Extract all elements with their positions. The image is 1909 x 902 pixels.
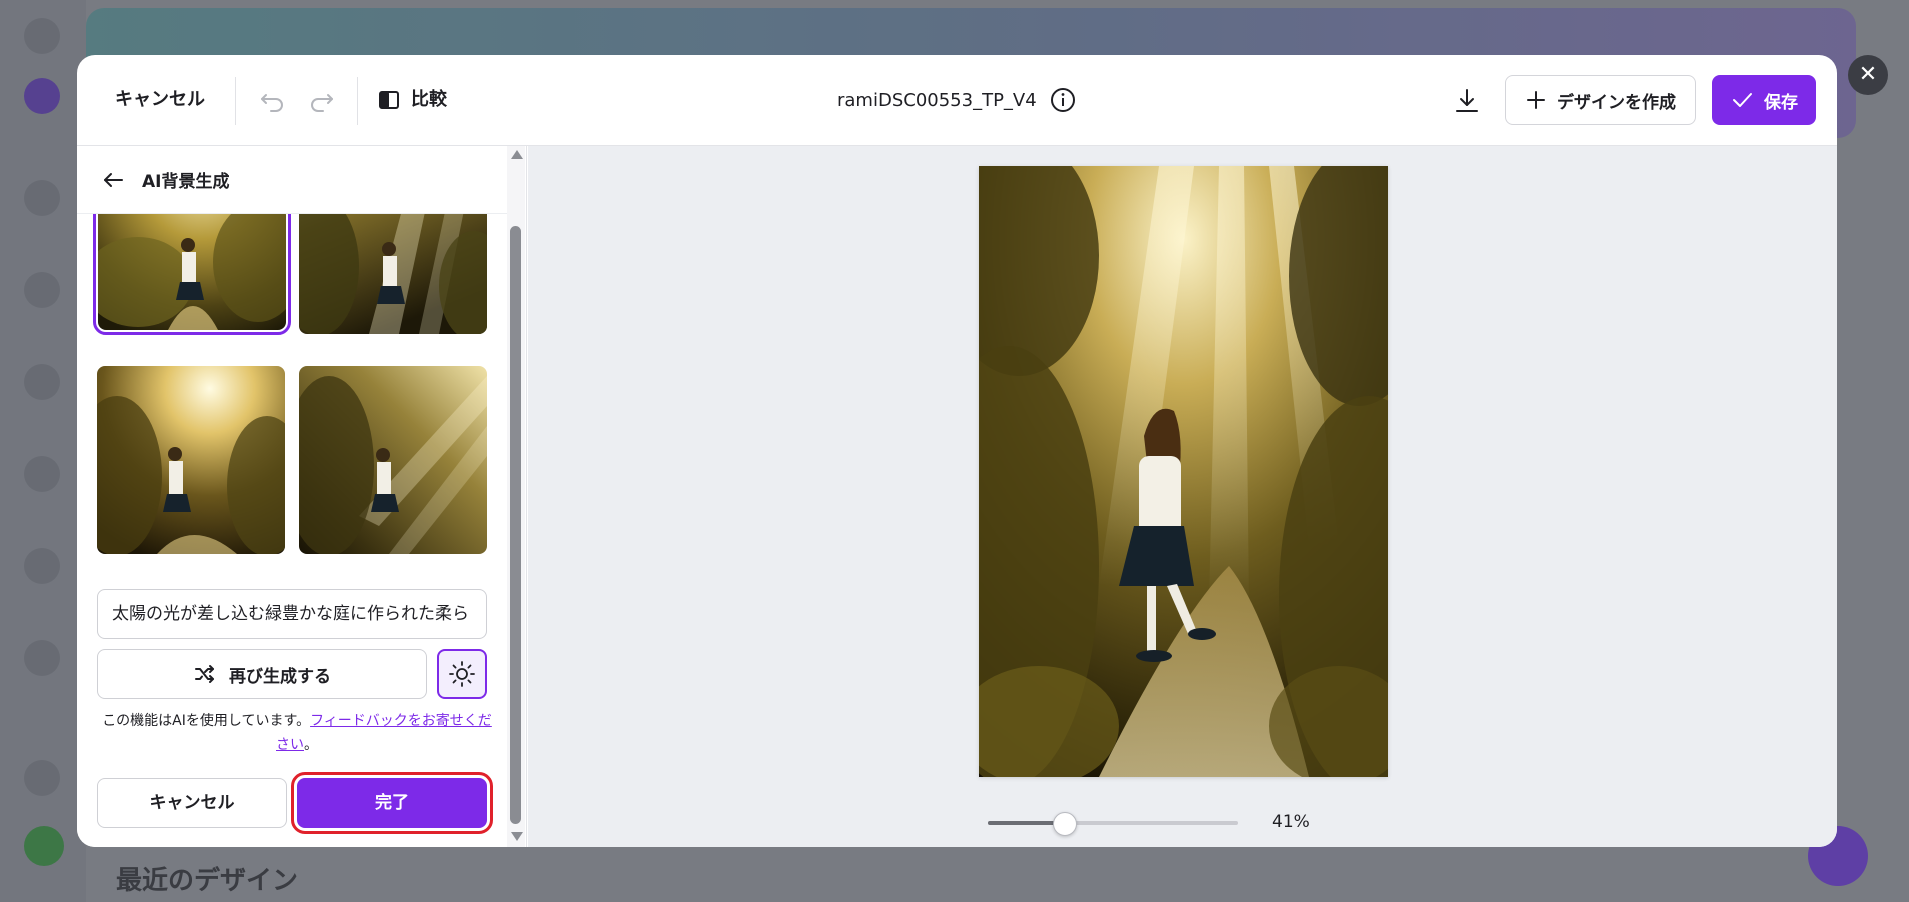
save-label: 保存 <box>1764 92 1798 113</box>
save-button[interactable]: 保存 <box>1712 75 1816 125</box>
sun-icon <box>449 661 475 687</box>
regenerate-button[interactable]: 再び生成する <box>97 649 427 699</box>
topbar-divider <box>235 77 236 125</box>
prompt-text: 太陽の光が差し込む緑豊かな庭に作られた柔ら <box>112 604 469 624</box>
shuffle-icon <box>195 665 214 683</box>
done-button[interactable]: 完了 <box>291 772 493 834</box>
main-photo[interactable] <box>919 136 1459 796</box>
compare-label: 比較 <box>411 89 447 110</box>
zoom-slider[interactable] <box>988 812 1238 836</box>
undo-icon <box>261 94 283 112</box>
ai-notice: この機能はAIを使用しています。フィードバックをお寄せください。 <box>97 709 497 757</box>
topbar-cancel-button[interactable]: キャンセル <box>101 79 219 121</box>
redo-icon <box>311 94 333 112</box>
topbar-divider <box>357 77 358 125</box>
ai-notice-text: この機能はAIを使用しています。 <box>102 713 311 729</box>
variation-thumbnail-3[interactable] <box>97 366 285 554</box>
zoom-slider-handle[interactable] <box>1053 812 1077 836</box>
panel-header: AI背景生成 <box>77 146 507 214</box>
panel-scrollbar[interactable] <box>507 146 525 847</box>
ai-notice-end: 。 <box>304 737 318 753</box>
create-design-label: デザインを作成 <box>1557 92 1676 113</box>
panel-cancel-button[interactable]: キャンセル <box>97 778 287 828</box>
zoom-percentage: 41% <box>1272 812 1310 832</box>
info-icon[interactable] <box>1049 86 1077 114</box>
canvas-area: 41% <box>528 136 1837 847</box>
zoom-control: 41% <box>988 809 1310 837</box>
scroll-down-arrow-icon[interactable] <box>511 832 523 841</box>
check-icon <box>1733 93 1752 107</box>
prompt-input[interactable]: 太陽の光が差し込む緑豊かな庭に作られた柔ら <box>97 589 487 639</box>
scrollbar-thumb[interactable] <box>510 226 521 824</box>
close-icon: ✕ <box>1858 62 1878 87</box>
download-icon <box>1456 89 1478 112</box>
scroll-up-arrow-icon[interactable] <box>511 150 523 159</box>
compare-button[interactable]: 比較 <box>377 79 447 121</box>
compare-icon <box>379 91 399 109</box>
redo-button[interactable] <box>301 81 341 121</box>
plus-icon <box>1527 91 1545 109</box>
variation-thumbnail-4[interactable] <box>299 366 487 554</box>
file-title: ramiDSC00553_TP_V4 <box>837 89 1037 111</box>
thumbnail-image <box>299 366 487 554</box>
ai-background-panel: AI背景生成 太陽の光が差し込む緑豊かな庭に作られた柔ら 再び生成する この機能… <box>77 146 527 847</box>
lighting-style-button[interactable] <box>437 649 487 699</box>
create-design-button[interactable]: デザインを作成 <box>1505 75 1696 125</box>
editor-topbar: キャンセル 比較 ramiDSC00553_TP_V4 デザインを作成 保存 <box>77 55 1837 146</box>
arrow-left-icon <box>104 173 123 187</box>
photo-editor-modal: キャンセル 比較 ramiDSC00553_TP_V4 デザインを作成 保存 A… <box>77 55 1837 847</box>
regenerate-label: 再び生成する <box>229 666 331 687</box>
undo-button[interactable] <box>253 81 293 121</box>
photo-preview <box>919 136 1459 796</box>
panel-title: AI背景生成 <box>142 172 230 192</box>
thumbnail-image <box>97 366 285 554</box>
back-button[interactable] <box>97 164 129 196</box>
close-modal-button[interactable]: ✕ <box>1848 55 1888 95</box>
file-title-area: ramiDSC00553_TP_V4 <box>837 79 1077 121</box>
download-button[interactable] <box>1449 83 1485 119</box>
